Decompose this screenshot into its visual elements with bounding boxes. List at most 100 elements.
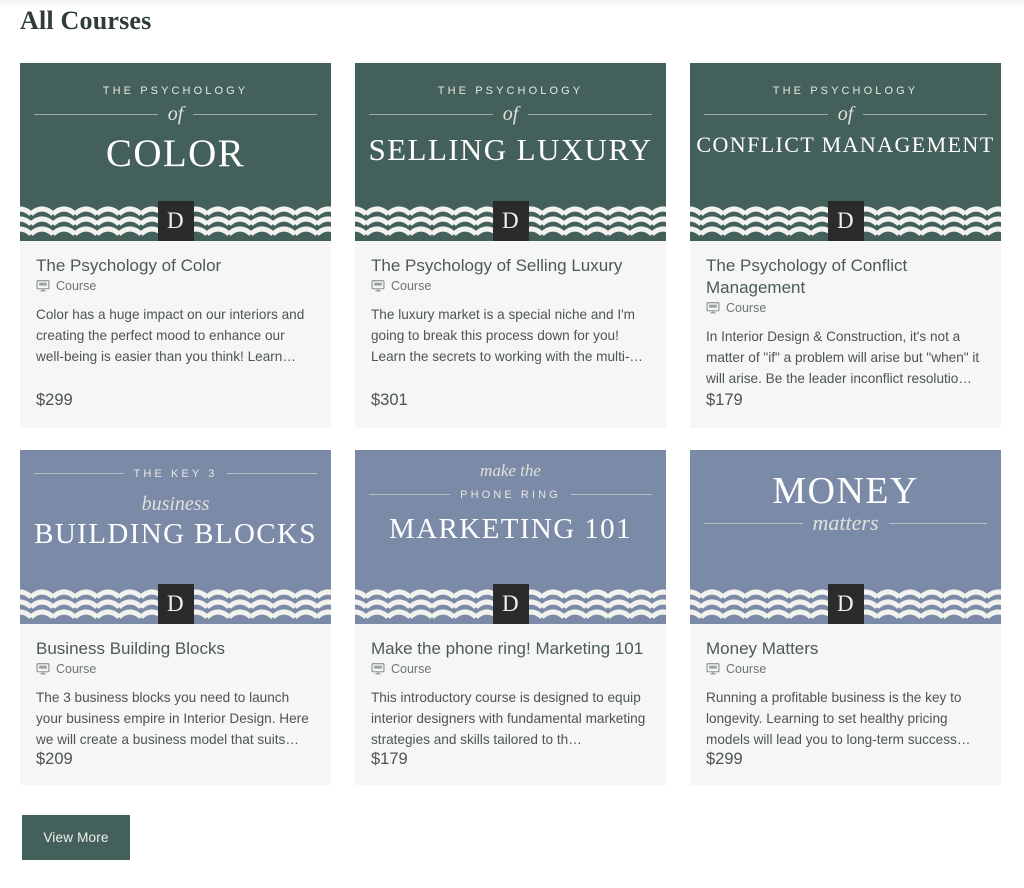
course-type-label: Course <box>391 661 432 676</box>
page-title: All Courses <box>20 6 152 35</box>
divider-center: THE KEY 3 <box>134 464 218 482</box>
course-type: Course <box>36 662 315 676</box>
banner-text-block: THE PSYCHOLOGY of CONFLICT MANAGEMENT <box>690 63 1001 156</box>
brand-logo-d: D <box>827 201 864 241</box>
brand-logo-d: D <box>492 584 529 625</box>
course-type: Course <box>371 279 650 293</box>
top-edge-strip <box>0 0 1024 7</box>
banner-text-block: THE PSYCHOLOGY of COLOR <box>20 63 331 173</box>
course-title[interactable]: Business Building Blocks <box>36 638 315 660</box>
course-price: $209 <box>36 750 73 768</box>
course-card[interactable]: MONEY matters D Money Matters Course Run… <box>690 450 1001 785</box>
course-card-body: The Psychology of Conflict Management Co… <box>690 241 1001 428</box>
banner-text-block: make the PHONE RING MARKETING 101 <box>355 450 666 544</box>
course-card-body: Make the phone ring! Marketing 101 Cours… <box>355 624 666 785</box>
course-card-body: The Psychology of Selling Luxury Course … <box>355 241 666 428</box>
presentation-screen-icon <box>706 301 720 315</box>
banner-eyebrow: THE PSYCHOLOGY <box>772 85 919 97</box>
divider-line-right <box>888 523 987 524</box>
banner-title: SELLING LUXURY <box>368 132 653 167</box>
banner-script: of <box>502 103 519 125</box>
brand-logo-d: D <box>492 201 529 241</box>
course-type: Course <box>706 301 985 315</box>
course-type-label: Course <box>56 661 97 676</box>
divider-line-right <box>193 114 317 115</box>
banner-eyebrow: THE PSYCHOLOGY <box>102 85 249 97</box>
course-type: Course <box>36 279 315 293</box>
divider-line-right <box>863 114 987 115</box>
banner-text-block: THE KEY 3 business BUILDING BLOCKS <box>20 450 331 549</box>
course-price: $179 <box>706 391 743 409</box>
course-price: $301 <box>371 391 408 409</box>
course-card[interactable]: THE PSYCHOLOGY of COLOR D The Psychology… <box>20 63 331 428</box>
brand-logo-d: D <box>157 584 194 625</box>
banner-script: of <box>167 103 184 125</box>
banner-divider: THE KEY 3 <box>34 464 318 482</box>
presentation-screen-icon <box>371 662 385 676</box>
course-card[interactable]: THE KEY 3 business BUILDING BLOCKS D Busi… <box>20 450 331 785</box>
course-title[interactable]: The Psychology of Conflict Management <box>706 255 985 299</box>
banner-script: make the <box>480 461 541 480</box>
course-price: $299 <box>36 391 73 409</box>
banner-title: MONEY <box>772 470 919 512</box>
brand-logo-d: D <box>827 584 864 625</box>
view-more-button[interactable]: View More <box>22 815 130 860</box>
course-card-body: Money Matters Course Running a profitabl… <box>690 624 1001 785</box>
brand-logo-d: D <box>157 201 194 241</box>
course-type: Course <box>371 662 650 676</box>
course-card[interactable]: THE PSYCHOLOGY of CONFLICT MANAGEMENT D … <box>690 63 1001 428</box>
divider-center: of <box>838 104 854 125</box>
course-card[interactable]: THE PSYCHOLOGY of SELLING LUXURY D The P… <box>355 63 666 428</box>
divider-line-right <box>528 114 652 115</box>
course-card[interactable]: make the PHONE RING MARKETING 101 D Make… <box>355 450 666 785</box>
presentation-screen-icon <box>36 662 50 676</box>
presentation-screen-icon <box>706 662 720 676</box>
banner-script: business <box>141 493 210 515</box>
course-title[interactable]: The Psychology of Color <box>36 255 315 277</box>
divider-line-right <box>570 493 652 495</box>
all-courses-page: All Courses THE PSYCHOLOGY of COLOR D Th… <box>0 0 1024 888</box>
course-banner[interactable]: MONEY matters D <box>690 450 1001 625</box>
course-description: The 3 business blocks you need to launch… <box>36 689 309 747</box>
banner-title: MARKETING 101 <box>389 513 632 545</box>
presentation-screen-icon <box>36 279 50 293</box>
divider-center: matters <box>813 512 879 535</box>
course-type-label: Course <box>56 278 97 293</box>
divider-line-left <box>369 114 493 115</box>
course-banner[interactable]: make the PHONE RING MARKETING 101 D <box>355 450 666 625</box>
divider-center: of <box>503 104 519 125</box>
course-title[interactable]: The Psychology of Selling Luxury <box>371 255 650 277</box>
divider-line-right <box>227 472 318 474</box>
course-card-body: The Psychology of Color Course Color has… <box>20 241 331 428</box>
course-type: Course <box>706 662 985 676</box>
banner-script: matters <box>812 510 879 535</box>
course-banner[interactable]: THE PSYCHOLOGY of COLOR D <box>20 63 331 241</box>
course-banner[interactable]: THE KEY 3 business BUILDING BLOCKS D <box>20 450 331 625</box>
course-title[interactable]: Money Matters <box>706 638 985 660</box>
course-description: Color has a huge impact on our interiors… <box>36 306 305 364</box>
banner-divider: PHONE RING <box>369 485 652 503</box>
course-description: Running a profitable business is the key… <box>706 689 971 747</box>
divider-center: of <box>168 104 184 125</box>
divider-line-left <box>34 114 158 115</box>
banner-text-block: MONEY matters <box>690 450 1001 535</box>
course-title[interactable]: Make the phone ring! Marketing 101 <box>371 638 650 660</box>
divider-line-left <box>369 493 451 495</box>
banner-title: BUILDING BLOCKS <box>34 518 317 550</box>
course-price: $179 <box>371 750 408 768</box>
divider-line-left <box>704 523 803 524</box>
course-banner[interactable]: THE PSYCHOLOGY of SELLING LUXURY D <box>355 63 666 241</box>
divider-line-left <box>704 114 828 115</box>
banner-eyebrow: PHONE RING <box>460 489 561 501</box>
course-type-label: Course <box>726 661 767 676</box>
presentation-screen-icon <box>371 279 385 293</box>
course-description: The luxury market is a special niche and… <box>371 306 643 364</box>
course-type-label: Course <box>726 300 767 315</box>
divider-line-left <box>34 472 124 474</box>
divider-center: PHONE RING <box>460 485 561 503</box>
banner-title: COLOR <box>105 132 246 175</box>
banner-divider: of <box>369 104 652 125</box>
course-type-label: Course <box>391 278 432 293</box>
course-banner[interactable]: THE PSYCHOLOGY of CONFLICT MANAGEMENT D <box>690 63 1001 241</box>
banner-eyebrow: THE KEY 3 <box>133 468 218 480</box>
